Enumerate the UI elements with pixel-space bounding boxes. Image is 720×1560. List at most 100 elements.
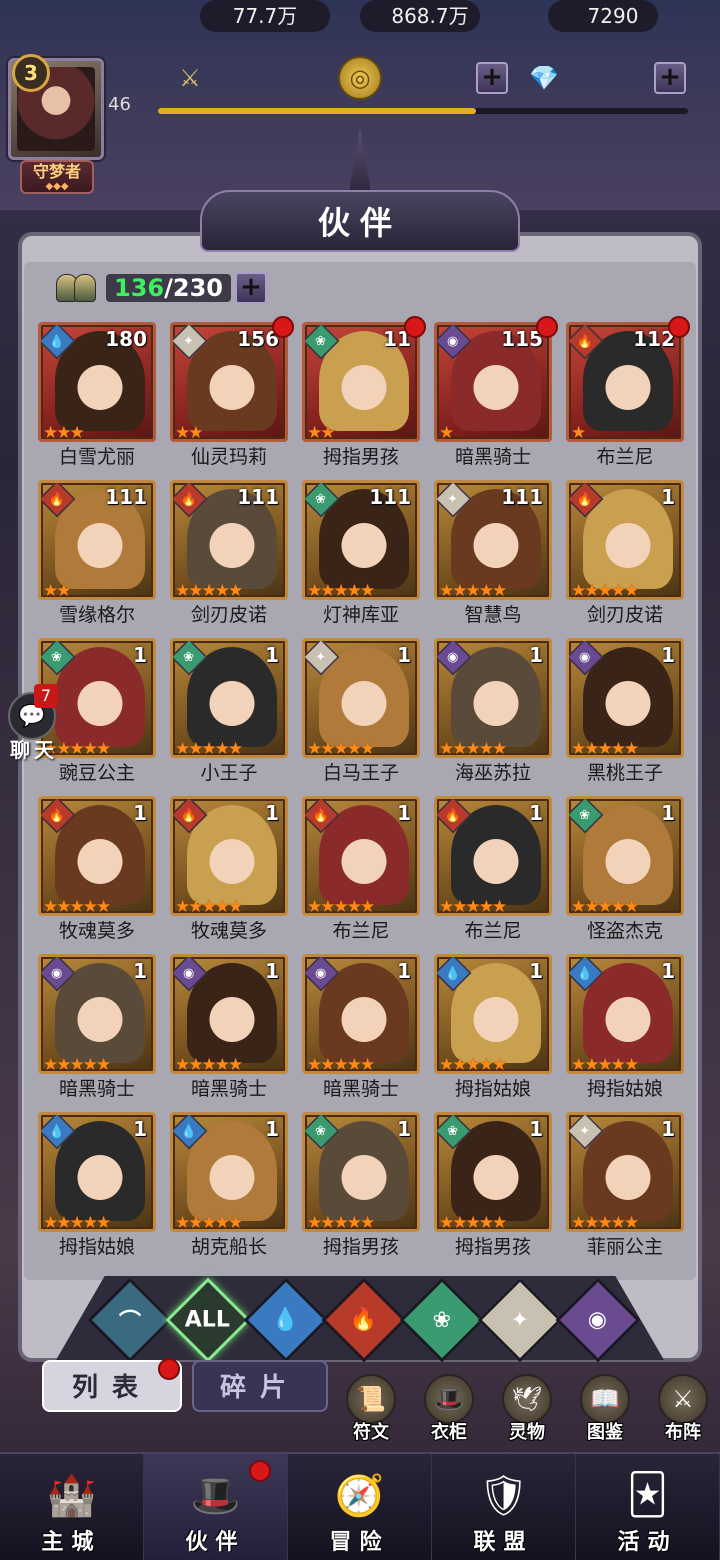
tab-shards[interactable]: 碎片 (192, 1360, 328, 1412)
buy-gold-button[interactable]: + (476, 62, 508, 94)
hero-portrait: ❀ 1 ★★★★★ (170, 638, 288, 758)
hero-portrait: ✦ 1 ★★★★★ (302, 638, 420, 758)
bottom-nav: 🏰 主城 🎩 伙伴 🧭 冒险 🛡 联盟 🃏 活动 (0, 1452, 720, 1560)
hero-card[interactable]: ✦ 1 ★★★★★ 白马王子 (302, 638, 420, 788)
hero-face (597, 823, 659, 893)
hero-stars: ★★★★★ (571, 739, 639, 758)
feature-button[interactable]: 📖 图鉴 (572, 1374, 638, 1444)
xp-bar-fill (158, 108, 476, 114)
buy-diamond-button[interactable]: + (654, 62, 686, 94)
hero-card[interactable]: ◉ 1 ★★★★★ 黑桃王子 (566, 638, 684, 788)
filter-fire-icon: 🔥 (350, 1307, 378, 1333)
hero-portrait: ◉ 1 ★★★★★ (434, 638, 552, 758)
hero-card[interactable]: ❀ 111 ★★★★★ 灯神库亚 (302, 480, 420, 630)
hero-card[interactable]: ◉ 1 ★★★★★ 暗黑骑士 (38, 954, 156, 1104)
hero-card[interactable]: 🔥 111 ★★ 雪缘格尔 (38, 480, 156, 630)
hero-card[interactable]: ◉ 1 ★★★★★ 暗黑骑士 (302, 954, 420, 1104)
hero-card[interactable]: ❀ 1 ★★★★★ 拇指男孩 (302, 1112, 420, 1262)
hero-card[interactable]: 💧 180 ★★★ 白雪尤丽 (38, 322, 156, 472)
hero-name: 布兰尼 (464, 920, 522, 942)
hero-name: 拇指男孩 (322, 446, 399, 468)
hero-level: 1 (265, 1117, 279, 1141)
hero-stars: ★★★★★ (571, 1213, 639, 1232)
element-glyph: ◉ (51, 965, 63, 981)
hero-card[interactable]: ◉ 1 ★★★★★ 海巫苏拉 (434, 638, 552, 788)
hero-portrait: ❀ 1 ★★★★★ (434, 1112, 552, 1232)
hero-portrait: ✦ 1 ★★★★★ (566, 1112, 684, 1232)
hero-card[interactable]: 🔥 1 ★★★★★ 布兰尼 (434, 796, 552, 946)
roster-count-text: 136/230 (106, 274, 231, 302)
hero-card[interactable]: 🔥 111 ★★★★★ 剑刃皮诺 (170, 480, 288, 630)
feature-button[interactable]: 🎩 衣柜 (416, 1374, 482, 1444)
hero-portrait: ◉ 1 ★★★★★ (170, 954, 288, 1074)
hero-name: 拇指姑娘 (58, 1236, 135, 1258)
hero-card[interactable]: 💧 1 ★★★★★ 胡克船长 (170, 1112, 288, 1262)
element-glyph: ◉ (183, 965, 195, 981)
hero-stars: ★ (439, 423, 454, 442)
player-title-badge[interactable]: 守梦者 ◆◆◆ (20, 160, 94, 194)
element-glyph: 🔥 (312, 807, 330, 823)
hero-portrait: 💧 180 ★★★ (38, 322, 156, 442)
hero-card[interactable]: 💧 1 ★★★★★ 拇指姑娘 (38, 1112, 156, 1262)
feature-button[interactable]: ⚔ 布阵 (650, 1374, 716, 1444)
hero-name: 白雪尤丽 (58, 446, 135, 468)
chat-button[interactable]: 💬 7 聊天 (4, 684, 60, 762)
hero-card[interactable]: ✦ 156 ★★ 仙灵玛莉 (170, 316, 294, 472)
hero-face (201, 981, 263, 1051)
nav-item[interactable]: 🎩 伙伴 (144, 1454, 288, 1560)
hero-face (201, 823, 263, 893)
hero-portrait: 💧 1 ★★★★★ (566, 954, 684, 1074)
hero-card[interactable]: 🔥 1 ★★★★★ 牧魂莫多 (38, 796, 156, 946)
hero-card[interactable]: ✦ 111 ★★★★★ 智慧鸟 (434, 480, 552, 630)
hero-portrait: ❀ 11 ★★ (302, 322, 420, 442)
hero-name: 海巫苏拉 (454, 762, 531, 784)
hero-card[interactable]: ◉ 115 ★ 暗黑骑士 (434, 316, 558, 472)
player-level: 46 (108, 94, 131, 115)
hero-face (333, 981, 395, 1051)
hero-level: 1 (265, 959, 279, 983)
element-glyph: 🔥 (48, 807, 66, 823)
hero-card[interactable]: ❀ 1 ★★★★★ 怪盗杰克 (566, 796, 684, 946)
hero-portrait: ❀ 1 ★★★★★ (302, 1112, 420, 1232)
feature-button[interactable]: 🕊 灵物 (494, 1374, 560, 1444)
nav-item[interactable]: 🛡 联盟 (432, 1454, 576, 1560)
hero-face (333, 665, 395, 735)
roster-count: 136/230 + (56, 268, 267, 308)
nav-item[interactable]: 🃏 活动 (576, 1454, 720, 1560)
hero-card[interactable]: 💧 1 ★★★★★ 拇指姑娘 (434, 954, 552, 1104)
feature-label: 布阵 (665, 1422, 701, 1443)
element-glyph: ❀ (579, 807, 591, 823)
hero-card[interactable]: ◉ 1 ★★★★★ 暗黑骑士 (170, 954, 288, 1104)
nav-item[interactable]: 🧭 冒险 (288, 1454, 432, 1560)
hero-grid: 💧 180 ★★★ 白雪尤丽 ✦ 156 ★★ 仙灵玛莉 ❀ 11 ★★ 拇指男孩 ◉ 115 ★ 暗黑骑士 🔥… (38, 316, 690, 1262)
hero-card[interactable]: 🔥 1 ★★★★★ 剑刃皮诺 (566, 480, 684, 630)
element-glyph: ❀ (315, 333, 327, 349)
hero-level: 1 (661, 643, 675, 667)
hero-card[interactable]: 🔥 1 ★★★★★ 布兰尼 (302, 796, 420, 946)
nav-icon: 🛡 (478, 1472, 529, 1519)
hero-card[interactable]: 🔥 1 ★★★★★ 牧魂莫多 (170, 796, 288, 946)
hero-card[interactable]: ❀ 1 ★★★★★ 拇指男孩 (434, 1112, 552, 1262)
element-glyph: 💧 (48, 333, 66, 349)
hero-card[interactable]: 🔥 112 ★ 布兰尼 (566, 316, 690, 472)
hero-portrait: ✦ 156 ★★ (170, 322, 288, 442)
hero-name: 牧魂莫多 (190, 920, 267, 942)
hero-level: 1 (529, 959, 543, 983)
hero-face (333, 823, 395, 893)
hero-portrait: 🔥 111 ★★★★★ (170, 480, 288, 600)
hero-stars: ★★★★★ (175, 581, 243, 600)
player-title: 守梦者 (32, 162, 81, 181)
hero-card[interactable]: 💧 1 ★★★★★ 拇指姑娘 (566, 954, 684, 1104)
hero-stars: ★★★ (43, 423, 85, 442)
expand-roster-button[interactable]: + (234, 272, 267, 304)
hero-card[interactable]: ❀ 11 ★★ 拇指男孩 (302, 316, 426, 472)
hero-card[interactable]: ✦ 1 ★★★★★ 菲丽公主 (566, 1112, 684, 1262)
page-header: 伙伴 (200, 190, 520, 252)
element-glyph: ✦ (183, 333, 195, 349)
nav-item[interactable]: 🏰 主城 (0, 1454, 144, 1560)
hero-face (597, 665, 659, 735)
hero-card[interactable]: ❀ 1 ★★★★★ 小王子 (170, 638, 288, 788)
hero-level: 1 (529, 801, 543, 825)
hero-level: 1 (133, 959, 147, 983)
feature-button[interactable]: 📜 符文 (338, 1374, 404, 1444)
